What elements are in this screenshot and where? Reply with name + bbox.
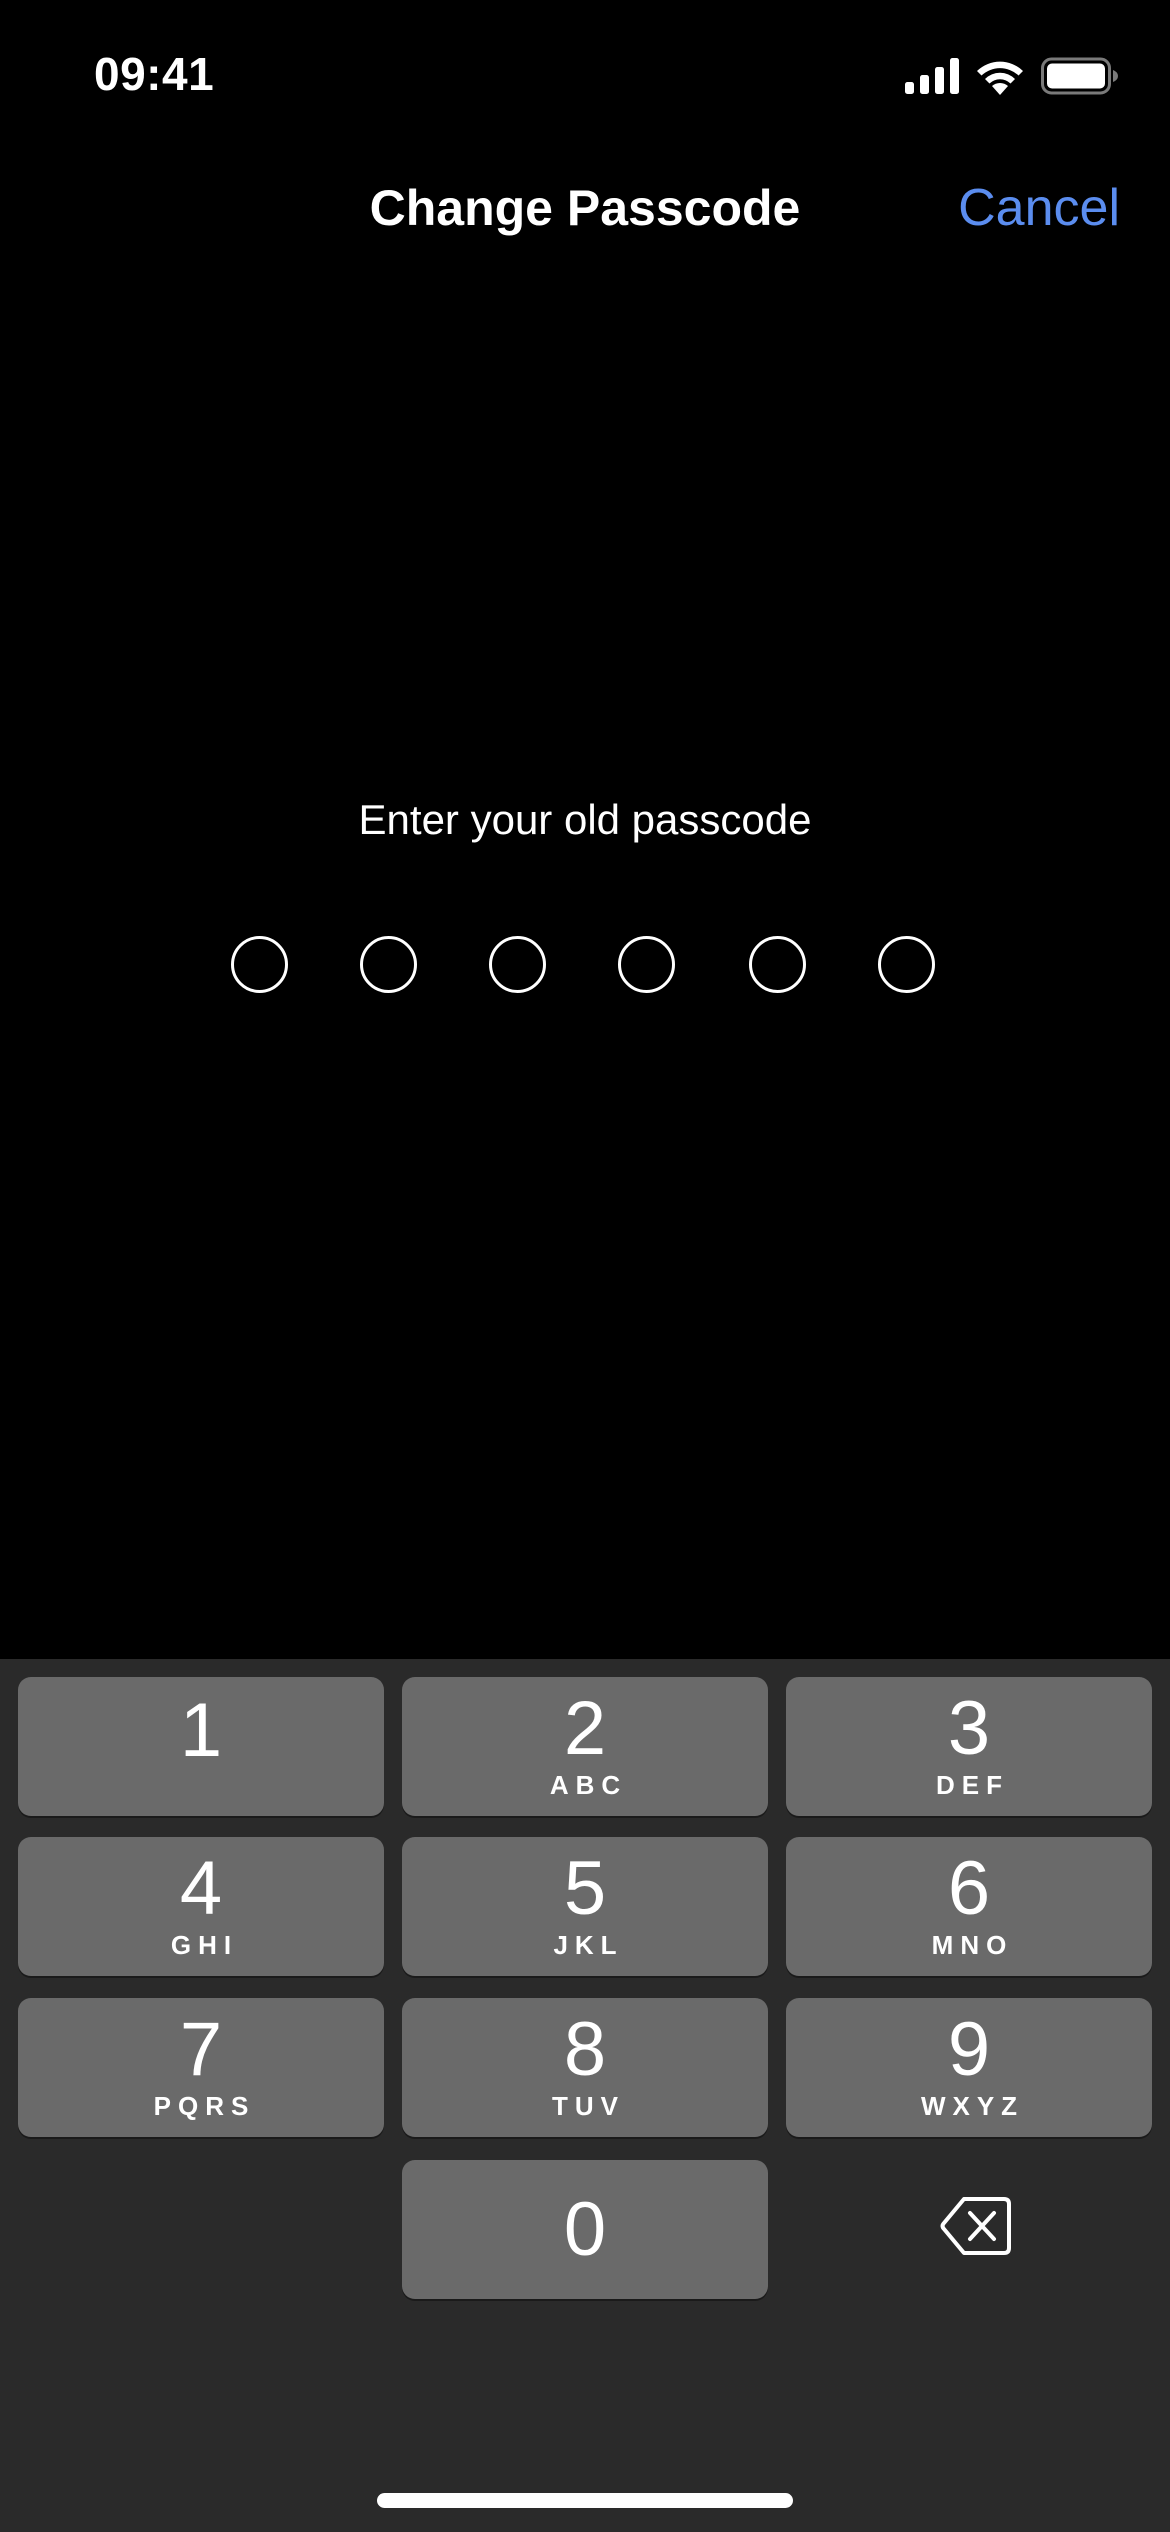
- key-letters: TUV: [552, 2091, 625, 2121]
- key-3[interactable]: 3 DEF: [786, 1677, 1152, 1816]
- cancel-button[interactable]: Cancel: [958, 178, 1120, 238]
- key-digit: 5: [563, 1846, 607, 1931]
- key-digit: 1: [179, 1688, 223, 1773]
- key-2[interactable]: 2 ABC: [402, 1677, 768, 1816]
- key-digit: 2: [563, 1686, 607, 1771]
- key-0[interactable]: 0: [402, 2160, 768, 2299]
- passcode-dot-empty: [489, 936, 546, 993]
- key-digit: 3: [947, 1686, 991, 1771]
- key-digit: 7: [179, 2007, 223, 2092]
- key-digit: 0: [563, 2187, 607, 2272]
- delete-backward-icon: [940, 2197, 1011, 2255]
- passcode-dot-empty: [231, 936, 288, 993]
- key-4[interactable]: 4 GHI: [18, 1837, 384, 1976]
- passcode-dot-empty: [878, 936, 935, 993]
- passcode-dots: [0, 936, 1170, 994]
- status-time: 09:41: [94, 48, 215, 100]
- passcode-dot-empty: [749, 936, 806, 993]
- key-letters: DEF: [936, 1770, 1009, 1800]
- key-letters: MNO: [931, 1930, 1014, 1960]
- key-1[interactable]: 1: [18, 1677, 384, 1816]
- key-letters: PQRS: [153, 2091, 256, 2121]
- key-letters: ABC: [549, 1770, 628, 1800]
- passcode-dot-empty: [618, 936, 675, 993]
- cellular-signal-icon: [905, 58, 959, 94]
- passcode-prompt: Enter your old passcode: [358, 796, 812, 843]
- battery-icon: [1041, 57, 1118, 95]
- home-indicator[interactable]: [377, 2493, 793, 2508]
- key-digit: 8: [563, 2007, 607, 2092]
- backspace-button[interactable]: [786, 2160, 1152, 2299]
- status-bar: 09:41: [0, 0, 1170, 150]
- key-letters: GHI: [170, 1930, 239, 1960]
- key-digit: 9: [947, 2007, 991, 2092]
- status-icons: [905, 56, 1119, 96]
- key-digit: 6: [947, 1846, 991, 1931]
- key-8[interactable]: 8 TUV: [402, 1998, 768, 2137]
- key-digit: 4: [179, 1846, 223, 1931]
- key-9[interactable]: 9 WXYZ: [786, 1998, 1152, 2137]
- key-7[interactable]: 7 PQRS: [18, 1998, 384, 2137]
- key-letters: WXYZ: [920, 2091, 1025, 2121]
- key-letters: JKL: [553, 1930, 624, 1960]
- key-6[interactable]: 6 MNO: [786, 1837, 1152, 1976]
- wifi-icon: [977, 61, 1023, 95]
- key-5[interactable]: 5 JKL: [402, 1837, 768, 1976]
- passcode-dot-empty: [360, 936, 417, 993]
